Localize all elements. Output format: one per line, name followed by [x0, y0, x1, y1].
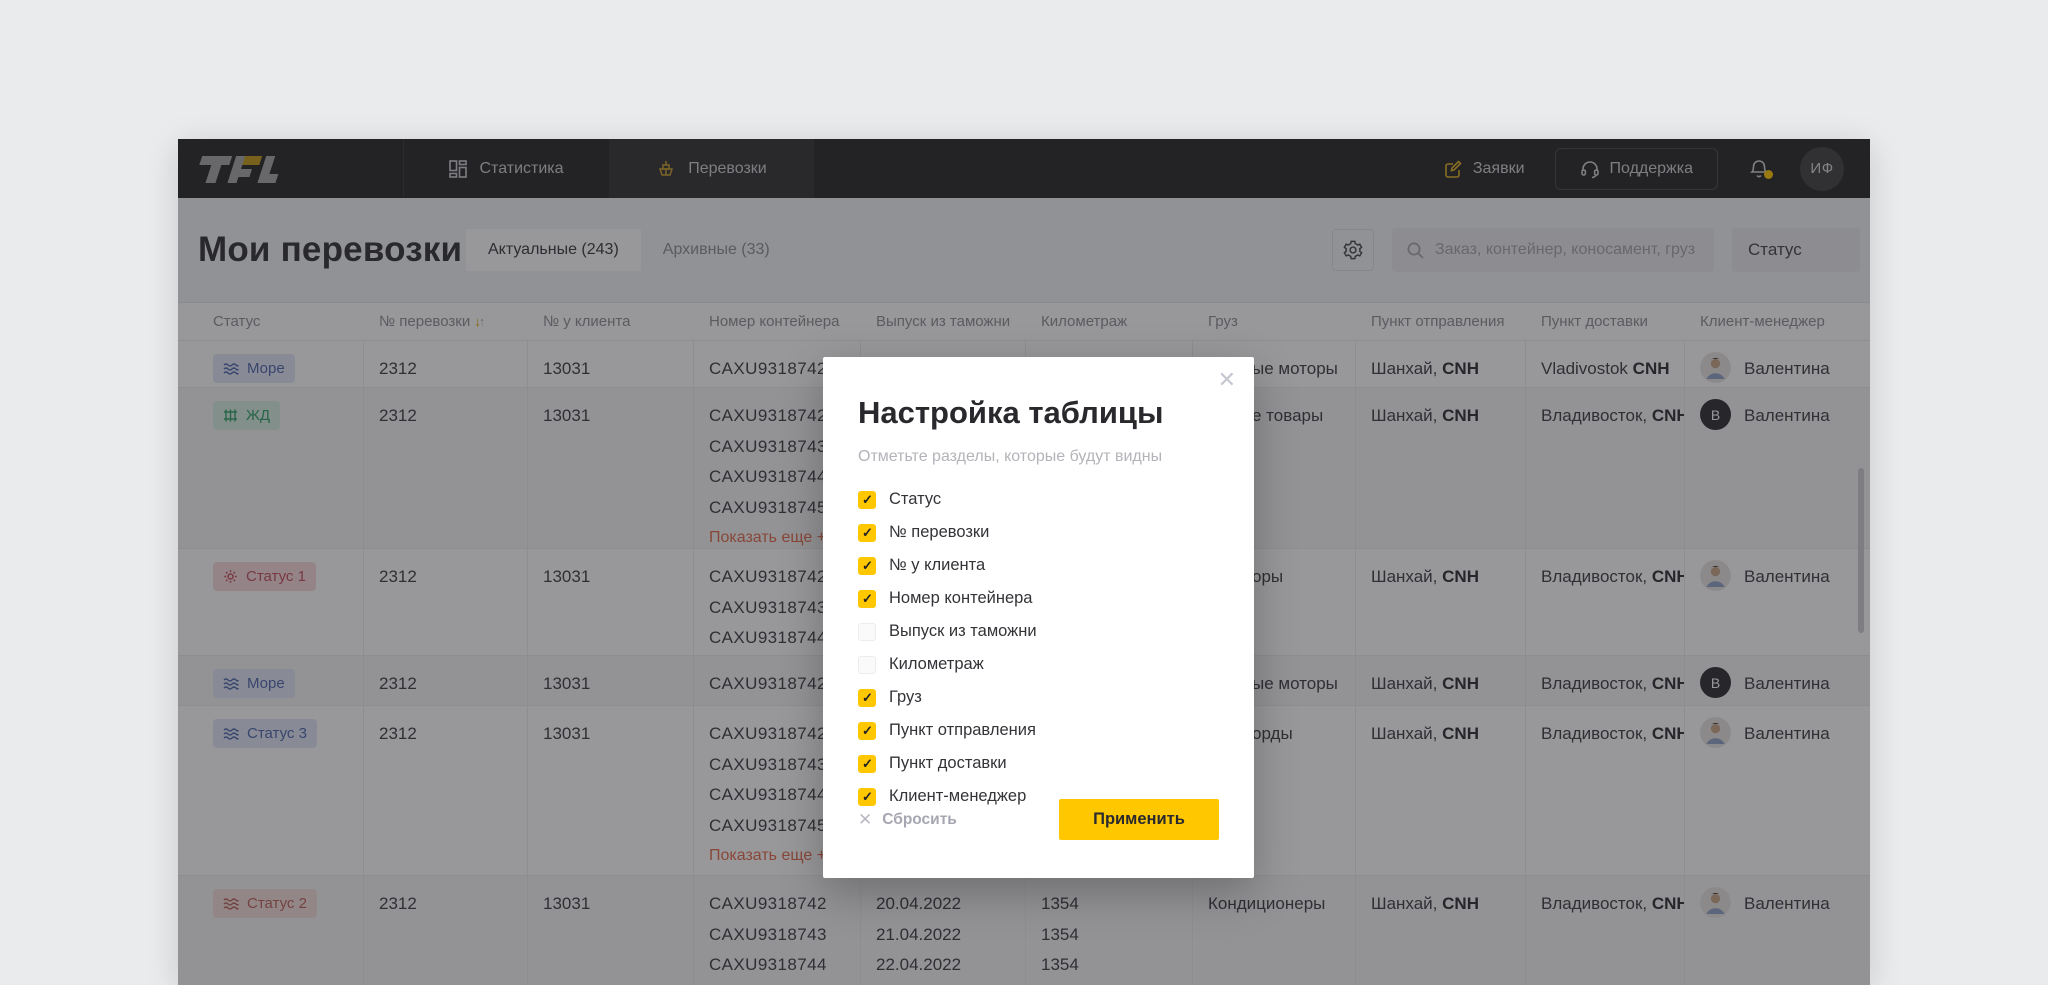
checkbox-destination[interactable]: Пункт доставки	[858, 754, 1219, 773]
column-checkbox-list: Статус № перевозки № у клиента Номер кон…	[858, 490, 1219, 806]
checkbox-icon	[858, 623, 876, 641]
checkbox-origin[interactable]: Пункт отправления	[858, 721, 1219, 740]
checkbox-icon	[858, 491, 876, 509]
modal-title: Настройка таблицы	[858, 395, 1219, 431]
apply-button[interactable]: Применить	[1059, 799, 1219, 840]
checkbox-icon	[858, 755, 876, 773]
modal-footer: ✕ Сбросить Применить	[858, 799, 1219, 840]
checkbox-customs[interactable]: Выпуск из таможни	[858, 622, 1219, 641]
checkbox-icon	[858, 689, 876, 707]
checkbox-icon	[858, 656, 876, 674]
close-icon[interactable]: ✕	[1218, 367, 1236, 393]
checkbox-icon	[858, 722, 876, 740]
checkbox-cargo[interactable]: Груз	[858, 688, 1219, 707]
checkbox-icon	[858, 590, 876, 608]
checkbox-km[interactable]: Километраж	[858, 655, 1219, 674]
checkbox-container[interactable]: Номер контейнера	[858, 589, 1219, 608]
modal-subtitle: Отметьте разделы, которые будут видны	[858, 448, 1219, 466]
checkbox-icon	[858, 524, 876, 542]
table-settings-modal: ✕ Настройка таблицы Отметьте разделы, ко…	[823, 357, 1254, 878]
checkbox-status[interactable]: Статус	[858, 490, 1219, 509]
checkbox-shipment-no[interactable]: № перевозки	[858, 523, 1219, 542]
checkbox-client-no[interactable]: № у клиента	[858, 556, 1219, 575]
close-icon: ✕	[858, 810, 872, 830]
checkbox-icon	[858, 557, 876, 575]
reset-button[interactable]: ✕ Сбросить	[858, 810, 957, 830]
